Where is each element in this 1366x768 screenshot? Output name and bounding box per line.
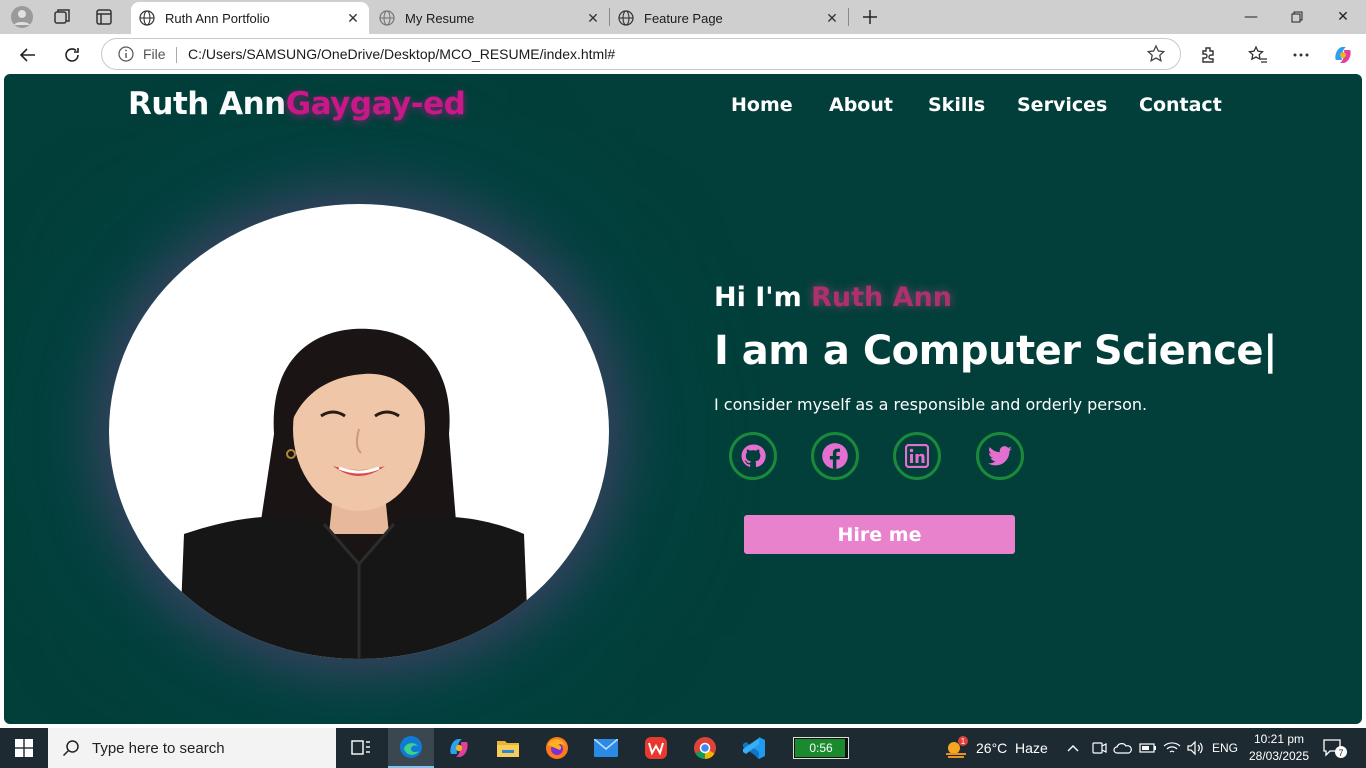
edge-app-icon[interactable]: [388, 728, 434, 768]
tab-ruth-ann-portfolio[interactable]: Ruth Ann Portfolio ✕: [131, 2, 369, 34]
url-scheme-label: File: [143, 46, 166, 62]
globe-icon: [618, 10, 634, 26]
address-bar[interactable]: File C:/Users/SAMSUNG/OneDrive/Desktop/M…: [101, 38, 1181, 70]
workspaces-icon[interactable]: [50, 5, 74, 29]
globe-icon: [379, 10, 395, 26]
github-icon: [741, 444, 766, 468]
wps-office-icon[interactable]: [633, 728, 679, 768]
url-text[interactable]: C:/Users/SAMSUNG/OneDrive/Desktop/MCO_RE…: [188, 46, 615, 62]
linkedin-link[interactable]: [893, 432, 941, 480]
search-placeholder: Type here to search: [92, 739, 225, 757]
onedrive-icon[interactable]: [1113, 728, 1133, 768]
more-options-icon[interactable]: [1288, 42, 1314, 68]
battery-icon[interactable]: [1139, 728, 1157, 768]
profile-icon[interactable]: [10, 5, 34, 29]
site-logo[interactable]: Ruth AnnGaygay-ed: [128, 86, 466, 122]
extensions-icon[interactable]: [1196, 42, 1222, 68]
greeting-text: Hi I'm: [714, 282, 812, 313]
nav-about[interactable]: About: [829, 94, 893, 116]
volume-icon[interactable]: [1186, 728, 1204, 768]
clock-time: 10:21 pm: [1253, 732, 1305, 746]
wifi-icon[interactable]: [1163, 728, 1181, 768]
linkedin-icon: [905, 444, 929, 468]
portrait-illustration: [179, 328, 529, 659]
weather-text: 26°C Haze: [976, 740, 1048, 756]
notification-count: 7: [1338, 748, 1343, 758]
nav-skills[interactable]: Skills: [928, 94, 985, 116]
github-link[interactable]: [729, 432, 777, 480]
clock-date: 28/03/2025: [1248, 749, 1310, 763]
taskbar-search-box[interactable]: Type here to search: [48, 728, 336, 768]
profile-photo: [109, 204, 609, 659]
globe-icon: [139, 10, 155, 26]
back-icon[interactable]: [15, 42, 41, 68]
twitter-icon: [988, 446, 1012, 466]
tab-my-resume[interactable]: My Resume ✕: [371, 2, 609, 34]
tab-actions-icon[interactable]: [92, 5, 116, 29]
vscode-icon[interactable]: [731, 728, 777, 768]
nav-contact[interactable]: Contact: [1139, 94, 1222, 116]
tab-title: My Resume: [405, 10, 475, 26]
hire-me-button[interactable]: Hire me: [744, 515, 1015, 554]
portfolio-page: Ruth AnnGaygay-ed Home About Skills Serv…: [4, 74, 1362, 724]
hero-role: I am a Computer Science|: [714, 328, 1278, 374]
close-window-icon[interactable]: ✕: [1320, 0, 1366, 34]
info-icon[interactable]: [118, 46, 134, 65]
copilot-app-icon[interactable]: [436, 728, 482, 768]
facebook-link[interactable]: [811, 432, 859, 480]
weather-icon: 1: [946, 736, 968, 758]
browser-tab-bar: Ruth Ann Portfolio ✕ My Resume ✕ Feature…: [0, 0, 1366, 34]
chrome-icon[interactable]: [682, 728, 728, 768]
tab-title: Ruth Ann Portfolio: [165, 10, 270, 26]
battery-timer-widget[interactable]: 0:56: [793, 737, 849, 759]
file-explorer-icon[interactable]: [485, 728, 531, 768]
hero-greeting: Hi I'm Ruth Ann: [714, 282, 952, 313]
tab-title: Feature Page: [644, 10, 723, 26]
nav-home[interactable]: Home: [731, 94, 793, 116]
mail-icon[interactable]: [583, 728, 629, 768]
logo-first-name: Ruth Ann: [128, 86, 286, 122]
windows-start-icon[interactable]: [0, 728, 48, 768]
firefox-icon[interactable]: [534, 728, 580, 768]
favorites-icon[interactable]: [1245, 42, 1271, 68]
system-clock[interactable]: 10:21 pm 28/03/2025: [1246, 731, 1312, 765]
copilot-icon[interactable]: [1330, 42, 1356, 68]
url-separator: [176, 47, 177, 63]
new-tab-icon[interactable]: [858, 5, 882, 29]
notifications-icon: 7: [1323, 739, 1347, 758]
windows-taskbar: Type here to search 0:56 1 26°C Haze ENG…: [0, 728, 1366, 768]
address-toolbar: File C:/Users/SAMSUNG/OneDrive/Desktop/M…: [0, 34, 1366, 74]
notifications-button[interactable]: 7: [1322, 728, 1348, 768]
close-tab-icon[interactable]: ✕: [822, 10, 842, 27]
twitter-link[interactable]: [976, 432, 1024, 480]
tab-separator: [848, 8, 849, 26]
meet-now-icon[interactable]: [1091, 728, 1107, 768]
weather-alert-badge: 1: [961, 737, 966, 746]
close-tab-icon[interactable]: ✕: [583, 10, 603, 27]
input-language[interactable]: ENG: [1212, 728, 1238, 768]
tab-feature-page[interactable]: Feature Page ✕: [610, 2, 848, 34]
task-view-icon[interactable]: [338, 728, 384, 768]
minimize-icon[interactable]: —: [1228, 0, 1274, 34]
battery-timer-text: 0:56: [809, 741, 833, 755]
show-hidden-icons[interactable]: [1066, 728, 1080, 768]
restore-icon[interactable]: [1274, 0, 1320, 34]
hero-name: Ruth Ann: [811, 282, 952, 313]
nav-services[interactable]: Services: [1017, 94, 1107, 116]
logo-last-name: Gaygay-ed: [285, 86, 466, 122]
favorite-star-icon[interactable]: [1146, 44, 1166, 67]
weather-widget[interactable]: 1 26°C Haze: [944, 728, 1048, 768]
search-icon: [62, 740, 79, 757]
refresh-icon[interactable]: [59, 42, 85, 68]
hero-tagline: I consider myself as a responsible and o…: [714, 395, 1148, 414]
close-tab-icon[interactable]: ✕: [343, 10, 363, 27]
facebook-icon: [822, 443, 848, 469]
